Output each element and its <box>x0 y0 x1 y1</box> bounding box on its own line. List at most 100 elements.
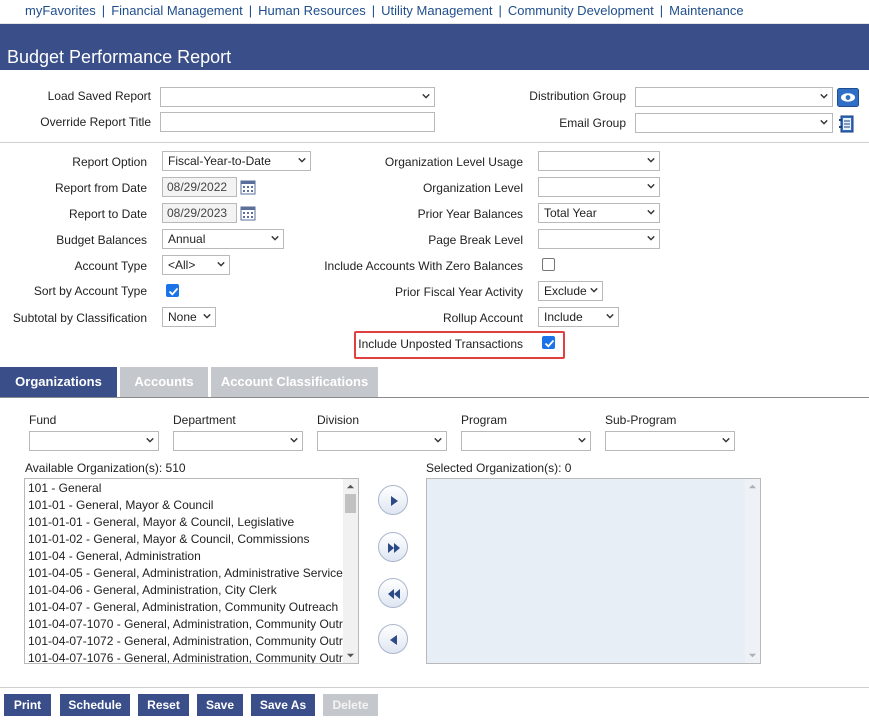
org-level-usage-label: Organization Level Usage <box>384 155 523 169</box>
prior-year-balances-label: Prior Year Balances <box>417 207 523 221</box>
zero-balances-checkbox[interactable] <box>542 258 555 271</box>
department-select[interactable] <box>173 431 303 451</box>
account-type-label: Account Type <box>74 259 148 273</box>
account-type-value: <All> <box>168 258 196 272</box>
chevron-down-icon <box>590 287 598 293</box>
fund-label: Fund <box>29 413 57 427</box>
org-level-select[interactable] <box>538 177 660 197</box>
print-button[interactable]: Print <box>4 694 51 716</box>
org-level-label: Organization Level <box>422 181 523 195</box>
save-as-button[interactable]: Save As <box>251 694 315 716</box>
section-divider <box>0 142 869 143</box>
title-bar: Budget Performance Report <box>0 24 869 70</box>
nav-item-financial-management[interactable]: Financial Management <box>111 3 243 18</box>
calendar-icon[interactable] <box>240 179 256 195</box>
chevron-down-icon <box>290 437 298 443</box>
chevron-down-icon <box>647 209 655 215</box>
address-book-icon[interactable] <box>839 115 855 133</box>
tab-accounts[interactable]: Accounts <box>120 367 208 397</box>
report-option-select[interactable]: Fiscal-Year-to-Date <box>162 151 311 171</box>
prior-year-balances-value: Total Year <box>544 206 597 220</box>
list-item[interactable]: 101-04-07-1070 - General, Administration… <box>25 616 358 633</box>
list-item[interactable]: 101-04 - General, Administration <box>25 548 343 565</box>
prior-fy-activity-select[interactable]: Exclude <box>538 281 603 301</box>
email-group-label: Email Group <box>559 116 626 130</box>
prior-fy-activity-value: Exclude <box>544 284 587 298</box>
available-organizations-list[interactable]: 101 - General 101-01 - General, Mayor & … <box>24 478 359 664</box>
eye-icon[interactable] <box>837 88 859 107</box>
checkmark-icon <box>168 287 179 296</box>
nav-item-utility-management[interactable]: Utility Management <box>381 3 492 18</box>
reset-button[interactable]: Reset <box>138 694 189 716</box>
selected-organizations-list[interactable] <box>426 478 761 664</box>
nav-item-human-resources[interactable]: Human Resources <box>258 3 366 18</box>
scroll-down-icon[interactable] <box>748 651 757 660</box>
distribution-group-select[interactable] <box>635 87 833 107</box>
prior-fy-activity-label: Prior Fiscal Year Activity <box>394 285 523 299</box>
list-item[interactable]: 101 - General <box>25 480 343 497</box>
subprogram-select[interactable] <box>605 431 735 451</box>
nav-separator: | <box>371 3 376 18</box>
nav-item-myfavorites[interactable]: myFavorites <box>25 3 96 18</box>
include-unposted-checkbox[interactable] <box>542 336 555 349</box>
scroll-up-icon[interactable] <box>346 482 355 491</box>
move-right-button[interactable] <box>378 485 408 515</box>
chevron-down-icon <box>203 313 211 319</box>
scrollbar-thumb[interactable] <box>345 494 356 513</box>
rollup-value: Include <box>544 310 583 324</box>
override-title-input[interactable] <box>160 112 435 132</box>
sort-by-account-type-checkbox[interactable] <box>166 284 179 297</box>
list-item[interactable]: 101-04-06 - General, Administration, Cit… <box>25 582 343 599</box>
list-item[interactable]: 101-04-07-1076 - General, Administration… <box>25 650 358 663</box>
nav-item-community-development[interactable]: Community Development <box>508 3 654 18</box>
save-button[interactable]: Save <box>197 694 243 716</box>
page-break-level-select[interactable] <box>538 229 660 249</box>
nav-separator: | <box>101 3 106 18</box>
scrollbar[interactable] <box>745 479 760 663</box>
move-all-right-button[interactable] <box>378 532 408 562</box>
move-right-icon <box>391 496 398 506</box>
subtotal-by-classification-label: Subtotal by Classification <box>12 311 147 325</box>
tab-organizations[interactable]: Organizations <box>0 367 117 397</box>
email-group-select[interactable] <box>635 113 833 133</box>
include-unposted-label: Include Unposted Transactions <box>358 337 523 351</box>
account-type-select[interactable]: <All> <box>162 255 230 275</box>
list-item[interactable]: 101-01-01 - General, Mayor & Council, Le… <box>25 514 343 531</box>
rollup-account-select[interactable]: Include <box>538 307 619 327</box>
to-date-input[interactable] <box>162 203 237 223</box>
selected-organizations-label: Selected Organization(s): 0 <box>426 461 572 475</box>
scrollbar[interactable] <box>343 479 358 663</box>
rollup-account-label: Rollup Account <box>442 311 523 325</box>
chevron-down-icon <box>647 157 655 163</box>
from-date-input[interactable] <box>162 177 237 197</box>
nav-item-maintenance[interactable]: Maintenance <box>669 3 743 18</box>
fund-select[interactable] <box>29 431 159 451</box>
prior-year-balances-select[interactable]: Total Year <box>538 203 660 223</box>
delete-button: Delete <box>323 694 378 716</box>
tab-account-classifications[interactable]: Account Classifications <box>211 367 378 397</box>
load-saved-report-select[interactable] <box>160 87 435 107</box>
budget-balances-label: Budget Balances <box>56 233 147 247</box>
move-left-button[interactable] <box>378 624 408 654</box>
report-option-label: Report Option <box>72 155 147 169</box>
report-option-value: Fiscal-Year-to-Date <box>168 154 271 168</box>
to-date-label: Report to Date <box>68 207 147 221</box>
list-item[interactable]: 101-04-05 - General, Administration, Adm… <box>25 565 349 582</box>
budget-balances-select[interactable]: Annual <box>162 229 284 249</box>
list-item[interactable]: 101-04-07-1072 - General, Administration… <box>25 633 358 650</box>
schedule-button[interactable]: Schedule <box>60 694 130 716</box>
subtotal-by-classification-select[interactable]: None <box>162 307 216 327</box>
program-select[interactable] <box>461 431 591 451</box>
list-item[interactable]: 101-01 - General, Mayor & Council <box>25 497 343 514</box>
move-all-left-button[interactable] <box>378 578 408 608</box>
calendar-icon[interactable] <box>240 205 256 221</box>
subtotal-value: None <box>168 310 197 324</box>
top-nav: myFavorites | Financial Management | Human R… <box>0 0 869 24</box>
scroll-down-icon[interactable] <box>346 651 355 660</box>
division-select[interactable] <box>317 431 447 451</box>
scroll-up-icon[interactable] <box>748 482 757 491</box>
list-item[interactable]: 101-01-02 - General, Mayor & Council, Co… <box>25 531 343 548</box>
list-item[interactable]: 101-04-07 - General, Administration, Com… <box>25 599 343 616</box>
checkmark-icon <box>544 339 555 348</box>
org-level-usage-select[interactable] <box>538 151 660 171</box>
